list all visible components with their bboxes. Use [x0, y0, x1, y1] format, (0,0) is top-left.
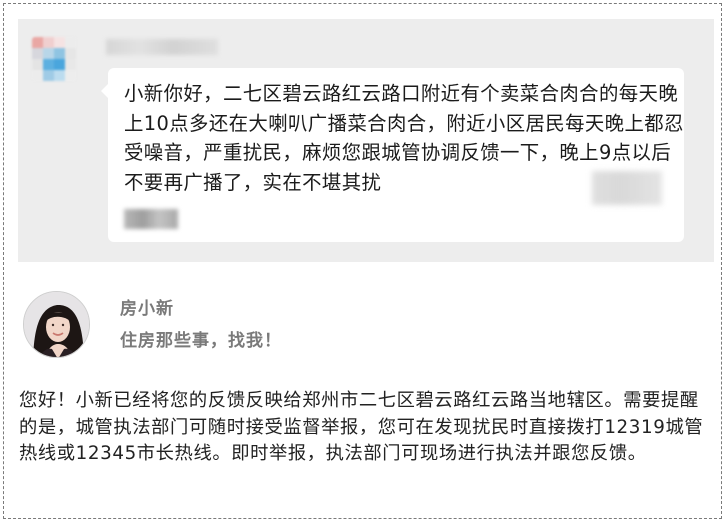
- chat-screenshot: 小新你好，二七区碧云路红云路口附近有个卖菜合肉合的每天晚上10点多还在大喇叭广播…: [18, 19, 714, 262]
- reply-text: 您好！小新已经将您的反馈反映给郑州市二七区碧云路红云路当地辖区。需要提醒的是，城…: [19, 390, 704, 464]
- redacted-text-blur: [124, 209, 178, 229]
- redacted-text-blur: [592, 171, 662, 205]
- screenshot-frame: 小新你好，二七区碧云路红云路口附近有个卖菜合肉合的每天晚上10点多还在大喇叭广播…: [3, 3, 722, 519]
- sender-avatar-icon: [32, 37, 76, 81]
- profile-slogan: 住房那些事，找我！: [120, 331, 282, 351]
- profile-name: 房小新: [120, 299, 174, 319]
- sender-name-redacted: [106, 39, 218, 55]
- chat-message-bubble: 小新你好，二七区碧云路红云路口附近有个卖菜合肉合的每天晚上10点多还在大喇叭广播…: [101, 68, 684, 242]
- woman-portrait-icon: [24, 292, 89, 357]
- profile-avatar: [23, 291, 90, 358]
